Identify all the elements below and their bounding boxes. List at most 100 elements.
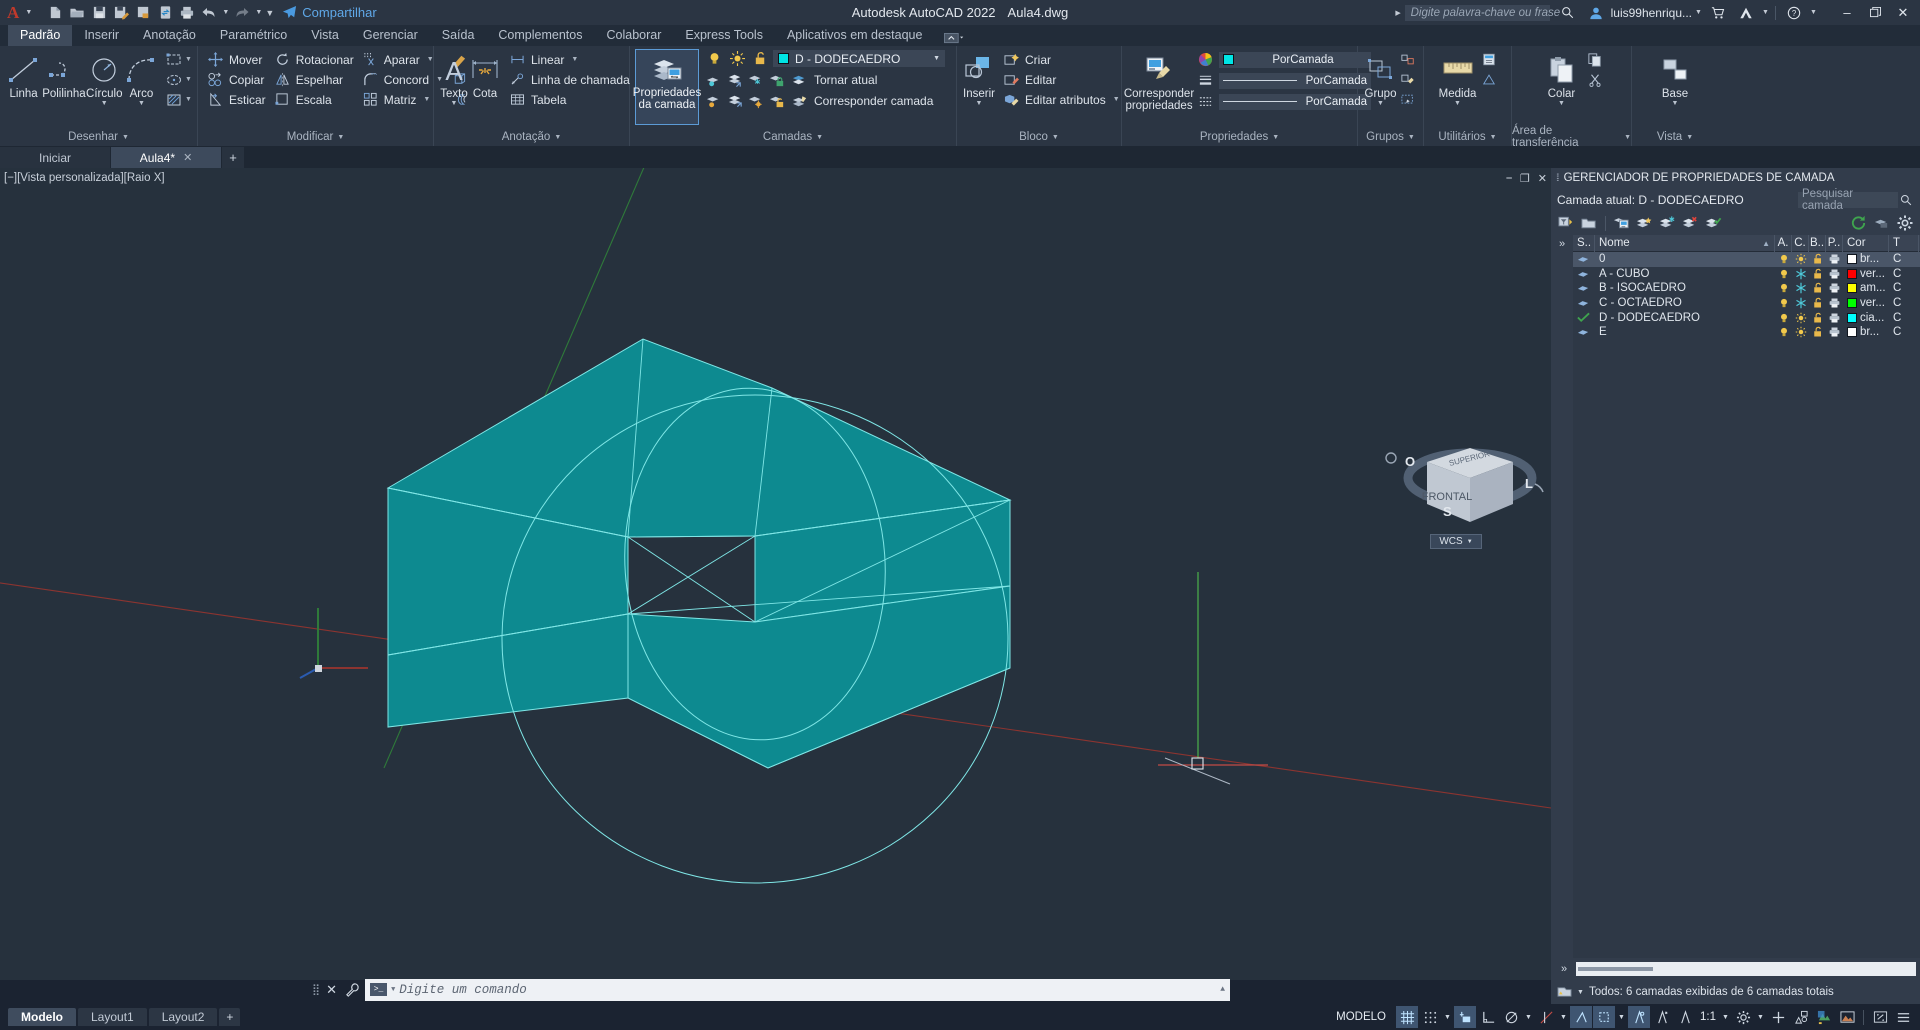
dynamic-input[interactable] [1651,1006,1673,1028]
row-color[interactable]: br... [1843,252,1889,267]
ribbon-tab-gerenciar[interactable]: Gerenciar [351,25,430,46]
panel-modificar-expand-icon[interactable]: ▼ [337,134,344,141]
panel-grupos-title[interactable]: Grupos ▼ [1358,128,1423,146]
row-freeze-icon[interactable] [1792,296,1809,311]
lpm-filter-caret-icon[interactable]: ▼ [1577,989,1584,996]
table-row[interactable]: E br... C [1573,325,1920,340]
freeze-layer-icon[interactable] [746,70,766,89]
circulo-dropdown-icon[interactable]: ▼ [101,100,108,107]
command-expand-icon[interactable]: ▲ [1220,985,1225,994]
help-icon[interactable]: ? [1781,0,1807,25]
redo-caret-icon[interactable]: ▼ [254,3,263,23]
row-name[interactable]: C - OCTAEDRO [1595,296,1775,311]
table-row[interactable]: A - CUBO ver... C [1573,267,1920,282]
ellipse-dropdown-icon[interactable]: ▼ [185,76,192,83]
tool-texto[interactable]: A Texto ▼ [439,50,469,107]
annotation-scale[interactable]: 1:1 [1697,1011,1719,1023]
scale-dropdown-icon[interactable]: ▼ [1720,1006,1731,1028]
saveas-icon[interactable] [111,3,131,23]
ribbon-tab-padrao[interactable]: Padrão [8,25,73,46]
row-color[interactable]: ver... [1843,267,1889,282]
layer-dropdown-caret-icon[interactable]: ▼ [933,55,940,62]
panel-anotacao-title[interactable]: Anotação ▼ [434,128,629,146]
status-model-label[interactable]: MODELO [1327,1011,1395,1023]
ribbon-tab-express-tools[interactable]: Express Tools [673,25,775,46]
sync-icon[interactable] [155,3,175,23]
row-lock-icon[interactable] [1809,310,1826,325]
col-nome[interactable]: Nome ▲ [1595,235,1775,252]
panel-utilitarios-expand-icon[interactable]: ▼ [1490,134,1497,141]
panel-propriedades-expand-icon[interactable]: ▼ [1272,134,1279,141]
workspace-gear[interactable] [1732,1006,1754,1028]
lpm-grip-icon[interactable]: ⁞⁞ [1556,173,1559,184]
row-linetype[interactable]: C [1889,325,1919,340]
tool-mover[interactable]: Mover [203,50,270,69]
ellipse-icon[interactable] [164,70,184,89]
tool-corresponder-propriedades[interactable]: Corresponder propriedades [1124,50,1194,112]
turn-all-on-icon[interactable] [725,91,745,110]
lpm-search-icon[interactable] [1898,194,1914,206]
doc-tab-new[interactable]: + [222,147,244,168]
layer-states-icon[interactable] [1871,213,1892,234]
dynamic-ucs[interactable] [1628,1006,1650,1028]
linewidth-icon[interactable] [1195,71,1215,90]
aparar-dropdown-icon[interactable]: ▼ [427,56,434,63]
row-name[interactable]: E [1595,325,1775,340]
tool-base[interactable]: Base ▼ [1652,50,1698,107]
snap-toggle[interactable] [1419,1006,1441,1028]
tool-arco[interactable]: Arco ▼ [123,50,160,107]
isolate-objects-icon[interactable] [1790,1006,1812,1028]
inserir-bloco-dropdown-icon[interactable]: ▼ [976,100,983,107]
panel-modificar-title[interactable]: Modificar ▼ [198,128,433,146]
tool-tabela[interactable]: Tabela [505,90,648,109]
share-button[interactable]: Compartilhar [282,5,377,20]
tool-linha-chamada[interactable]: Linha de chamada ▼ [505,70,648,89]
lpm-filter-icon[interactable] [1557,985,1572,999]
minimize-button[interactable]: – [1834,0,1860,25]
tool-cota[interactable]: Cota [469,50,501,100]
layer-thaw-icon[interactable] [727,49,747,68]
row-lock-icon[interactable] [1809,252,1826,267]
lpm-title-bar[interactable]: ⁞⁞ GERENCIADOR DE PROPRIEDADES DE CAMADA [1551,168,1920,188]
row-plot-icon[interactable] [1826,267,1843,282]
linetype-dropdown[interactable]: PorCamada [1219,93,1371,110]
row-color[interactable]: am... [1843,281,1889,296]
osnap-toggle[interactable] [1535,1006,1557,1028]
tool-polilinha[interactable]: Polilinha [42,50,86,100]
settings-gear-icon[interactable] [1894,213,1915,234]
panel-area-transferencia-title[interactable]: Área de transferência ▼ [1512,125,1631,149]
new-icon[interactable] [45,3,65,23]
customization-plus-icon[interactable] [1767,1006,1789,1028]
tool-circulo[interactable]: Círculo ▼ [86,50,123,107]
matriz-dropdown-icon[interactable]: ▼ [423,96,430,103]
wcs-caret-icon[interactable]: ▼ [1467,539,1473,545]
redo-icon[interactable] [232,3,252,23]
linewidth-dropdown[interactable]: PorCamada [1219,72,1371,89]
new-group-filter-icon[interactable] [1579,213,1600,234]
unisolate-layer-icon[interactable] [725,70,745,89]
row-name[interactable]: A - CUBO [1595,267,1775,282]
row-status-icon[interactable] [1573,281,1595,296]
workspace-dropdown-icon[interactable]: ▼ [1755,1006,1766,1028]
ribbon-tab-inserir[interactable]: Inserir [72,25,131,46]
row-freeze-icon[interactable] [1792,325,1809,340]
row-freeze-icon[interactable] [1792,310,1809,325]
row-on-icon[interactable] [1775,296,1792,311]
tool-escala[interactable]: Escala [270,90,358,109]
ribbon-tab-parametrico[interactable]: Paramétrico [208,25,299,46]
row-linetype[interactable]: C [1889,267,1919,282]
account-name[interactable]: luis99henriqu... [1611,6,1692,20]
row-lock-icon[interactable] [1809,325,1826,340]
row-on-icon[interactable] [1775,325,1792,340]
infer-constraints[interactable] [1454,1006,1476,1028]
command-input[interactable]: >_ ▼ Digite um comando ▲ [365,978,1230,1001]
command-close-icon[interactable]: ✕ [323,980,340,1000]
hscroll-track[interactable] [1576,962,1916,976]
tool-colar[interactable]: Colar ▼ [1539,50,1585,107]
open-icon[interactable] [67,3,87,23]
panel-utilitarios-title[interactable]: Utilitários ▼ [1424,128,1511,146]
tool-grupo[interactable]: Grupo ▼ [1363,50,1398,107]
drawing-canvas[interactable]: [−][Vista personalizada][Raio X] ⎯ ❐ ✕ S… [0,168,1551,980]
panel-camadas-title[interactable]: Camadas ▼ [630,128,956,146]
row-plot-icon[interactable] [1826,281,1843,296]
